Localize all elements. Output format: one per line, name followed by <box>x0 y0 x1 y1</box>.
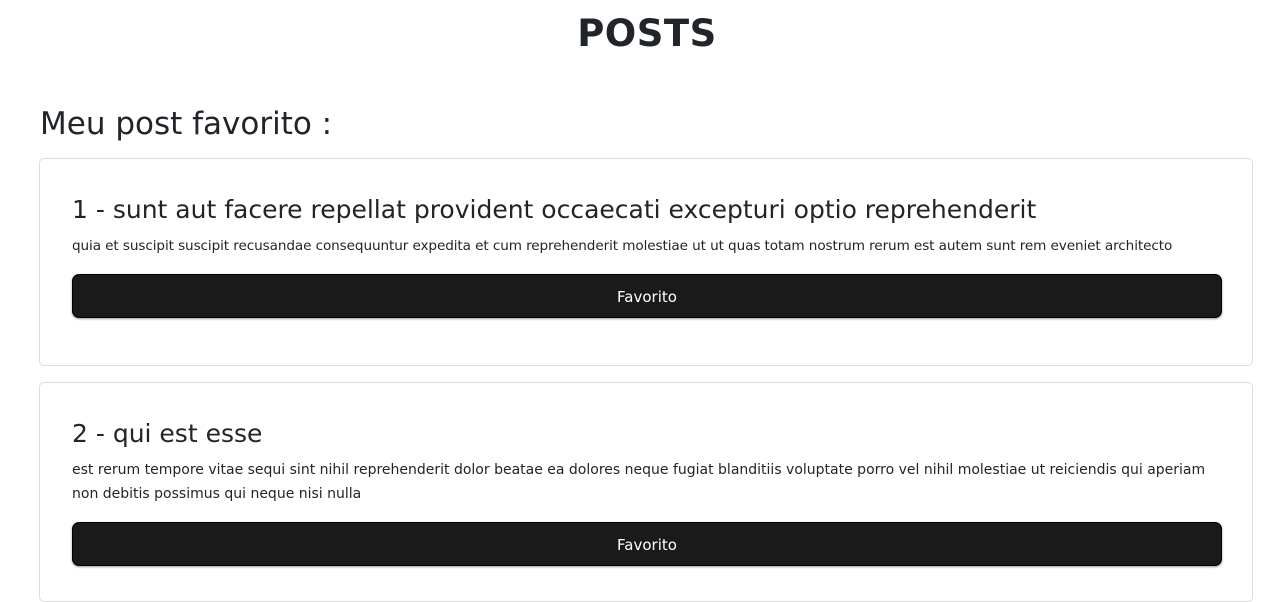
post-card: 1 - sunt aut facere repellat provident o… <box>39 158 1253 366</box>
post-title: 2 - qui est esse <box>72 419 263 448</box>
favorite-button[interactable]: Favorito <box>72 522 1222 566</box>
post-card: 2 - qui est esse est rerum tempore vitae… <box>39 382 1253 602</box>
post-title: 1 - sunt aut facere repellat provident o… <box>72 195 1037 224</box>
page-title: POSTS <box>577 12 717 55</box>
favorite-section-heading: Meu post favorito : <box>40 106 333 142</box>
post-body: quia et suscipit suscipit recusandae con… <box>72 238 1173 254</box>
favorite-button[interactable]: Favorito <box>72 274 1222 318</box>
post-body: est rerum tempore vitae sequi sint nihil… <box>72 462 1206 502</box>
